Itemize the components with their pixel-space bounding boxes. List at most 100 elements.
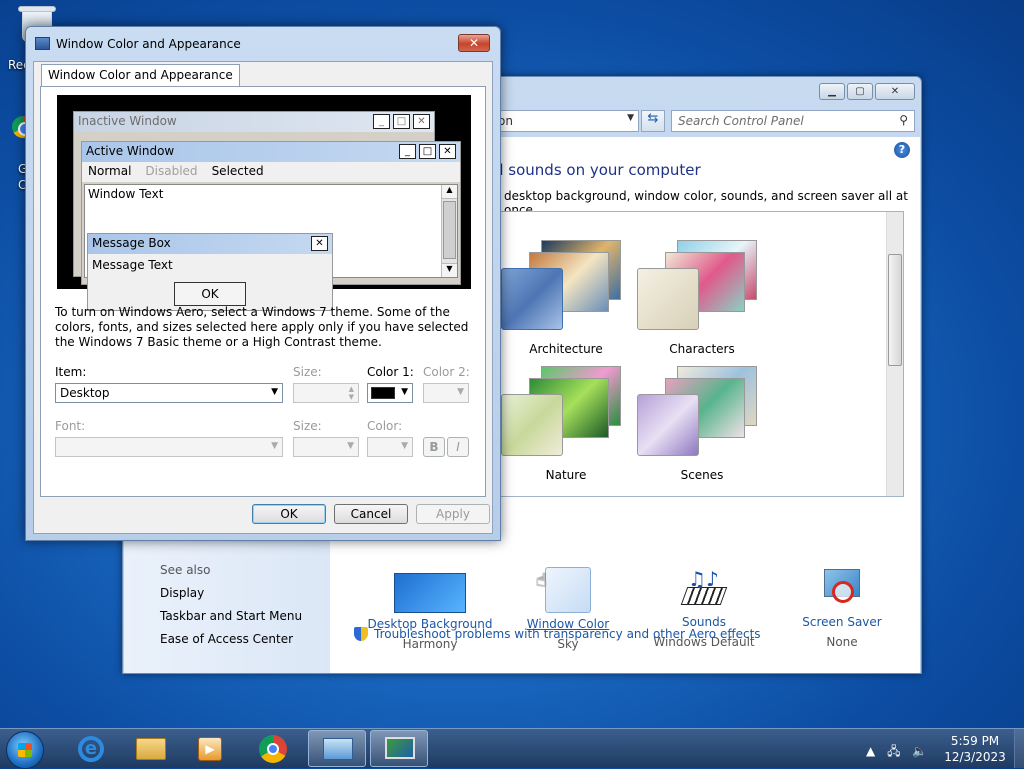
apply-button[interactable]: Apply <box>416 504 490 524</box>
network-icon[interactable]: 🖧 <box>887 744 900 758</box>
taskbar-clock[interactable]: 5:59 PM 12/3/2023 <box>942 733 1008 765</box>
shield-icon <box>354 627 368 641</box>
close-button[interactable]: ✕ <box>875 83 915 100</box>
theme-label: Nature <box>545 468 587 482</box>
font-label: Font: <box>55 419 86 433</box>
show-desktop-button[interactable] <box>1014 729 1024 768</box>
size-spinner[interactable]: ▲ ▼ <box>293 383 359 403</box>
maximize-button[interactable]: ▢ <box>847 83 873 100</box>
message-box-preview: Message Box ✕ Message Text OK <box>87 233 333 311</box>
taskbar-control-panel[interactable] <box>308 730 366 767</box>
minimize-icon: _ <box>399 144 416 159</box>
theme-architecture[interactable]: Architecture <box>501 240 631 360</box>
minimize-button[interactable]: ▁ <box>819 83 845 100</box>
side-link-display[interactable]: Display <box>160 586 204 600</box>
size-label: Size: <box>293 365 322 379</box>
item-select[interactable]: Desktop ▼ <box>55 383 283 403</box>
spinner-arrows-icon: ▲ ▼ <box>348 385 354 401</box>
chevron-down-icon: ▼ <box>457 387 464 397</box>
window-color-dialog: Window Color and Appearance ✕ Window Col… <box>25 26 501 541</box>
search-placeholder: Search Control Panel <box>678 114 804 128</box>
taskbar-ie[interactable]: e <box>62 730 120 767</box>
font-size-select[interactable]: ▼ <box>293 437 359 457</box>
inactive-window-title: Inactive Window <box>78 114 177 128</box>
menu-selected: Selected <box>211 164 264 178</box>
dialog-title: Window Color and Appearance <box>56 37 241 51</box>
search-icon[interactable]: ⚲ <box>899 113 908 127</box>
refresh-button[interactable]: ⇆ <box>641 110 665 132</box>
theme-scrollbar[interactable] <box>886 212 903 496</box>
color1-label: Color 1: <box>367 365 414 379</box>
volume-icon[interactable]: 🔈 <box>912 744 927 758</box>
color2-label: Color 2: <box>423 365 470 379</box>
screen-saver-link[interactable]: Screen Saver <box>772 615 912 629</box>
font-select[interactable]: ▼ <box>55 437 283 457</box>
menu-disabled: Disabled <box>145 164 198 178</box>
taskbar-explorer[interactable] <box>122 730 180 767</box>
theme-label: Scenes <box>680 468 724 482</box>
scrollbar-thumb[interactable] <box>888 254 902 366</box>
theme-nature[interactable]: Nature <box>501 366 631 486</box>
tab-window-color[interactable]: Window Color and Appearance <box>41 64 240 86</box>
maximize-icon: □ <box>393 114 410 129</box>
control-panel-icon <box>323 738 353 760</box>
maximize-icon: □ <box>419 144 436 159</box>
taskbar-media-player[interactable]: ▶ <box>182 730 240 767</box>
dialog-app-icon <box>35 37 50 50</box>
close-icon: ✕ <box>413 114 430 129</box>
help-icon[interactable]: ? <box>894 142 910 158</box>
window-color-icon <box>545 567 591 613</box>
color2-picker[interactable]: ▼ <box>423 383 469 403</box>
ok-button[interactable]: OK <box>252 504 326 524</box>
preview-scrollbar: ▲ ▼ <box>441 185 457 277</box>
preview-window-text: Window Text <box>88 187 164 201</box>
chrome-icon <box>259 735 287 763</box>
font-color-label: Color: <box>367 419 403 433</box>
start-button[interactable] <box>6 731 44 769</box>
screen-saver-item[interactable]: Screen Saver None <box>772 569 912 649</box>
chevron-down-icon: ▼ <box>271 387 278 397</box>
chevron-down-icon: ▼ <box>401 441 408 451</box>
folder-icon <box>136 738 166 760</box>
chevron-down-icon: ▼ <box>401 387 408 397</box>
dialog-close-button[interactable]: ✕ <box>458 34 490 52</box>
preview-ok-button: OK <box>174 282 246 306</box>
close-icon: ✕ <box>439 144 456 159</box>
theme-gallery: Architecture Characters Nature Scenes <box>494 211 904 497</box>
internet-explorer-icon: e <box>78 736 104 762</box>
search-input[interactable]: Search Control Panel ⚲ <box>671 110 915 132</box>
theme-characters[interactable]: Characters <box>637 240 767 360</box>
menu-normal: Normal <box>88 164 132 178</box>
taskbar-personalization[interactable] <box>370 730 428 767</box>
customization-links: Desktop Background Harmony Window Color … <box>360 567 920 673</box>
chevron-down-icon[interactable]: ▼ <box>627 113 634 123</box>
desktop-background-icon <box>394 573 466 613</box>
font-color-picker[interactable]: ▼ <box>367 437 413 457</box>
item-label: Item: <box>55 365 87 379</box>
color1-picker[interactable]: ▼ <box>367 383 413 403</box>
side-link-ease-of-access[interactable]: Ease of Access Center <box>160 632 293 646</box>
troubleshoot-link[interactable]: Troubleshoot problems with transparency … <box>354 627 761 641</box>
minimize-icon: _ <box>373 114 390 129</box>
tab-panel: Inactive Window _ □ ✕ Active Window _ □ … <box>40 86 486 497</box>
address-bar[interactable]: on ▼ <box>493 110 639 132</box>
side-link-taskbar[interactable]: Taskbar and Start Menu <box>160 609 302 623</box>
aero-description: To turn on Windows Aero, select a Window… <box>55 305 469 349</box>
item-select-value: Desktop <box>60 386 110 400</box>
troubleshoot-text[interactable]: Troubleshoot problems with transparency … <box>374 627 761 641</box>
system-tray: ▲ 🖧 🔈 <box>866 742 927 763</box>
appearance-preview[interactable]: Inactive Window _ □ ✕ Active Window _ □ … <box>57 95 471 311</box>
media-player-icon: ▶ <box>198 737 222 761</box>
taskbar-chrome[interactable] <box>244 730 302 767</box>
personalization-icon <box>385 737 415 759</box>
cancel-button[interactable]: Cancel <box>334 504 408 524</box>
bold-button[interactable]: B <box>423 437 445 457</box>
theme-scenes[interactable]: Scenes <box>637 366 767 486</box>
show-hidden-icons-icon[interactable]: ▲ <box>866 744 875 758</box>
active-window-title: Active Window <box>86 144 175 158</box>
window-controls: ▁ ▢ ✕ <box>819 83 915 100</box>
italic-button[interactable]: I <box>447 437 469 457</box>
theme-label: Characters <box>669 342 735 356</box>
clock-time: 5:59 PM <box>950 734 1000 748</box>
page-heading: d sounds on your computer <box>494 161 701 179</box>
